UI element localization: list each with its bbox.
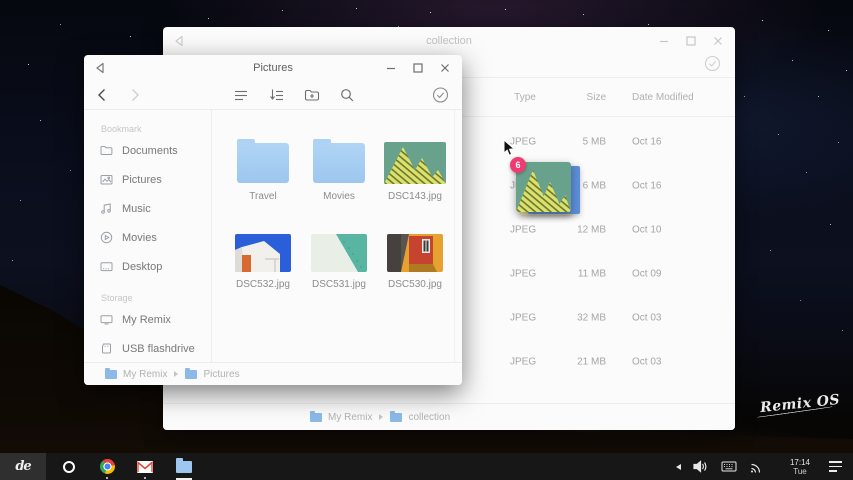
file-item-dsc530[interactable]: DSC530.jpg [377, 210, 453, 290]
sidebar-item-movies[interactable]: Movies [84, 223, 211, 252]
image-thumbnail [235, 234, 291, 272]
menu-icon[interactable] [829, 461, 842, 472]
close-button[interactable] [440, 63, 450, 73]
sort-list-icon[interactable] [269, 88, 284, 101]
sidebar-item-documents[interactable]: Documents [84, 136, 211, 165]
pictures-titlebar: Pictures [84, 55, 462, 80]
sidebar-item-pictures[interactable]: Pictures [84, 165, 211, 194]
file-item-dsc143[interactable]: DSC143.jpg [377, 122, 453, 202]
drag-ghost[interactable]: 6 [514, 155, 582, 219]
breadcrumb-item-root[interactable]: My Remix [105, 369, 167, 380]
folder-icon [390, 413, 402, 422]
column-header-type[interactable]: Type [505, 92, 545, 103]
app-launcher-button[interactable] [59, 453, 79, 480]
window-title: collection [426, 35, 472, 47]
file-item-dsc532[interactable]: DSC532.jpg [225, 210, 301, 290]
android-back-icon[interactable] [174, 36, 184, 47]
file-item-dsc531[interactable]: DSC531.jpg [301, 210, 377, 290]
folder-thumbnail [313, 143, 365, 183]
scrollbar-track[interactable] [454, 110, 455, 362]
pictures-window: Pictures [84, 55, 462, 385]
computer-icon [100, 313, 113, 326]
sidebar-section-storage: Storage [101, 293, 211, 303]
chrome-icon [100, 459, 115, 474]
file-item-travel[interactable]: Travel [225, 122, 301, 202]
clock[interactable]: 17:14 Tue [785, 458, 815, 476]
search-icon[interactable] [340, 88, 354, 102]
usb-icon [100, 342, 113, 355]
image-thumbnail [387, 234, 443, 272]
desktop-icon [100, 260, 113, 273]
column-header-size[interactable]: Size [551, 92, 606, 103]
new-folder-icon[interactable] [304, 88, 320, 101]
nav-back-icon[interactable] [97, 88, 106, 101]
file-manager-taskbar-button[interactable] [174, 453, 194, 480]
desktop: Remix OS collection Type Size Date Modif… [0, 0, 853, 480]
maximize-button[interactable] [413, 63, 423, 73]
folder-icon [105, 370, 117, 379]
remix-start-icon: de [15, 459, 30, 474]
collection-titlebar: collection [163, 27, 735, 55]
cursor-icon [503, 139, 516, 162]
images-icon [100, 173, 113, 186]
breadcrumb-item-current[interactable]: Pictures [185, 369, 239, 380]
gmail-taskbar-button[interactable] [135, 453, 155, 480]
android-back-icon[interactable] [95, 62, 105, 73]
file-grid: Travel Movies DSC143.jpg [212, 110, 462, 362]
folder-thumbnail [237, 143, 289, 183]
nav-forward-icon[interactable] [131, 88, 140, 101]
keyboard-icon[interactable] [721, 461, 737, 472]
chevron-right-icon [379, 414, 383, 420]
list-view-icon[interactable] [234, 88, 249, 101]
file-item-movies[interactable]: Movies [301, 122, 377, 202]
sidebar: Bookmark Documents Pictures Music Movies [84, 110, 212, 362]
image-thumbnail [311, 234, 367, 272]
maximize-button[interactable] [686, 36, 696, 46]
sidebar-item-my-remix[interactable]: My Remix [84, 305, 211, 334]
folder-icon [310, 413, 322, 422]
music-icon [100, 202, 113, 215]
column-header-date[interactable]: Date Modified [632, 92, 694, 103]
minimize-button[interactable] [386, 63, 396, 73]
gmail-icon [137, 461, 153, 473]
launcher-circle-icon [63, 461, 75, 473]
clock-day: Tue [785, 467, 815, 476]
folder-icon [100, 144, 113, 157]
wallpaper-stars [0, 0, 1, 1]
sidebar-item-music[interactable]: Music [84, 194, 211, 223]
tray-expand-icon[interactable] [676, 464, 681, 470]
files-icon [176, 461, 192, 473]
movies-icon [100, 231, 113, 244]
remix-start-button[interactable]: de [0, 453, 46, 480]
chevron-right-icon [174, 371, 178, 377]
taskbar: de [0, 453, 853, 480]
minimize-button[interactable] [659, 36, 669, 46]
folder-icon [185, 370, 197, 379]
sidebar-item-usb-flashdrive[interactable]: USB flashdrive [84, 334, 211, 363]
close-button[interactable] [713, 36, 723, 46]
breadcrumb: My Remix collection [163, 403, 735, 430]
chrome-taskbar-button[interactable] [97, 453, 117, 480]
window-title: Pictures [253, 62, 293, 74]
network-icon[interactable] [750, 461, 763, 473]
image-thumbnail [384, 142, 446, 184]
breadcrumb-item-current[interactable]: collection [390, 412, 450, 423]
sidebar-section-bookmark: Bookmark [101, 124, 211, 134]
clock-time: 17:14 [785, 458, 815, 467]
volume-icon[interactable] [693, 460, 708, 473]
breadcrumb-item-root[interactable]: My Remix [310, 412, 372, 423]
pictures-toolbar [84, 80, 462, 110]
select-check-icon[interactable] [432, 86, 449, 103]
breadcrumb: My Remix Pictures [84, 362, 462, 385]
select-check-icon[interactable] [704, 55, 721, 77]
sidebar-item-desktop[interactable]: Desktop [84, 252, 211, 281]
